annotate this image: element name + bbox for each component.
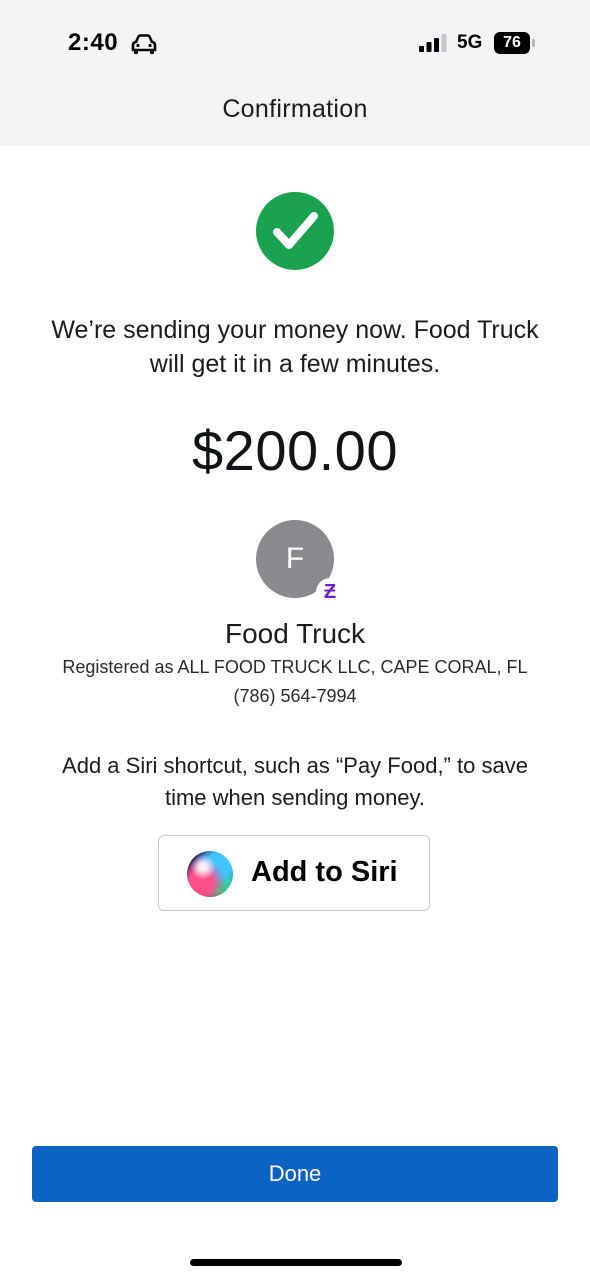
add-to-siri-button[interactable]: Add to Siri [158, 835, 430, 911]
status-and-header-bar: 2:40 5G 76 Confirmation [0, 0, 590, 146]
siri-shortcut-description: Add a Siri shortcut, such as “Pay Food,”… [62, 753, 528, 810]
home-indicator[interactable] [190, 1259, 402, 1266]
page-title: Confirmation [222, 95, 368, 123]
zelle-icon: Ƶ [316, 578, 344, 606]
network-type: 5G [457, 32, 483, 53]
add-to-siri-label: Add to Siri [251, 856, 398, 888]
recipient-phone: (786) 564-7994 [233, 686, 357, 706]
recipient-name: Food Truck [224, 618, 366, 649]
recipient-registration: Registered as ALL FOOD TRUCK LLC, CAPE C… [62, 657, 528, 677]
check-circle-icon [256, 192, 334, 270]
battery-level: 76 [494, 32, 530, 54]
confirmation-message: We’re sending your money now. Food Truck… [51, 316, 539, 378]
battery-icon: 76 [494, 32, 536, 54]
siri-icon [187, 851, 233, 897]
cellular-signal-icon [419, 34, 447, 52]
payment-amount: $200.00 [192, 419, 398, 482]
battery-tip [532, 39, 535, 47]
car-icon [131, 34, 157, 54]
done-button[interactable]: Done [32, 1146, 558, 1202]
confirmation-screen: 2:40 5G 76 Confirmation We’re sending yo… [0, 0, 590, 1280]
status-time: 2:40 [68, 29, 119, 56]
